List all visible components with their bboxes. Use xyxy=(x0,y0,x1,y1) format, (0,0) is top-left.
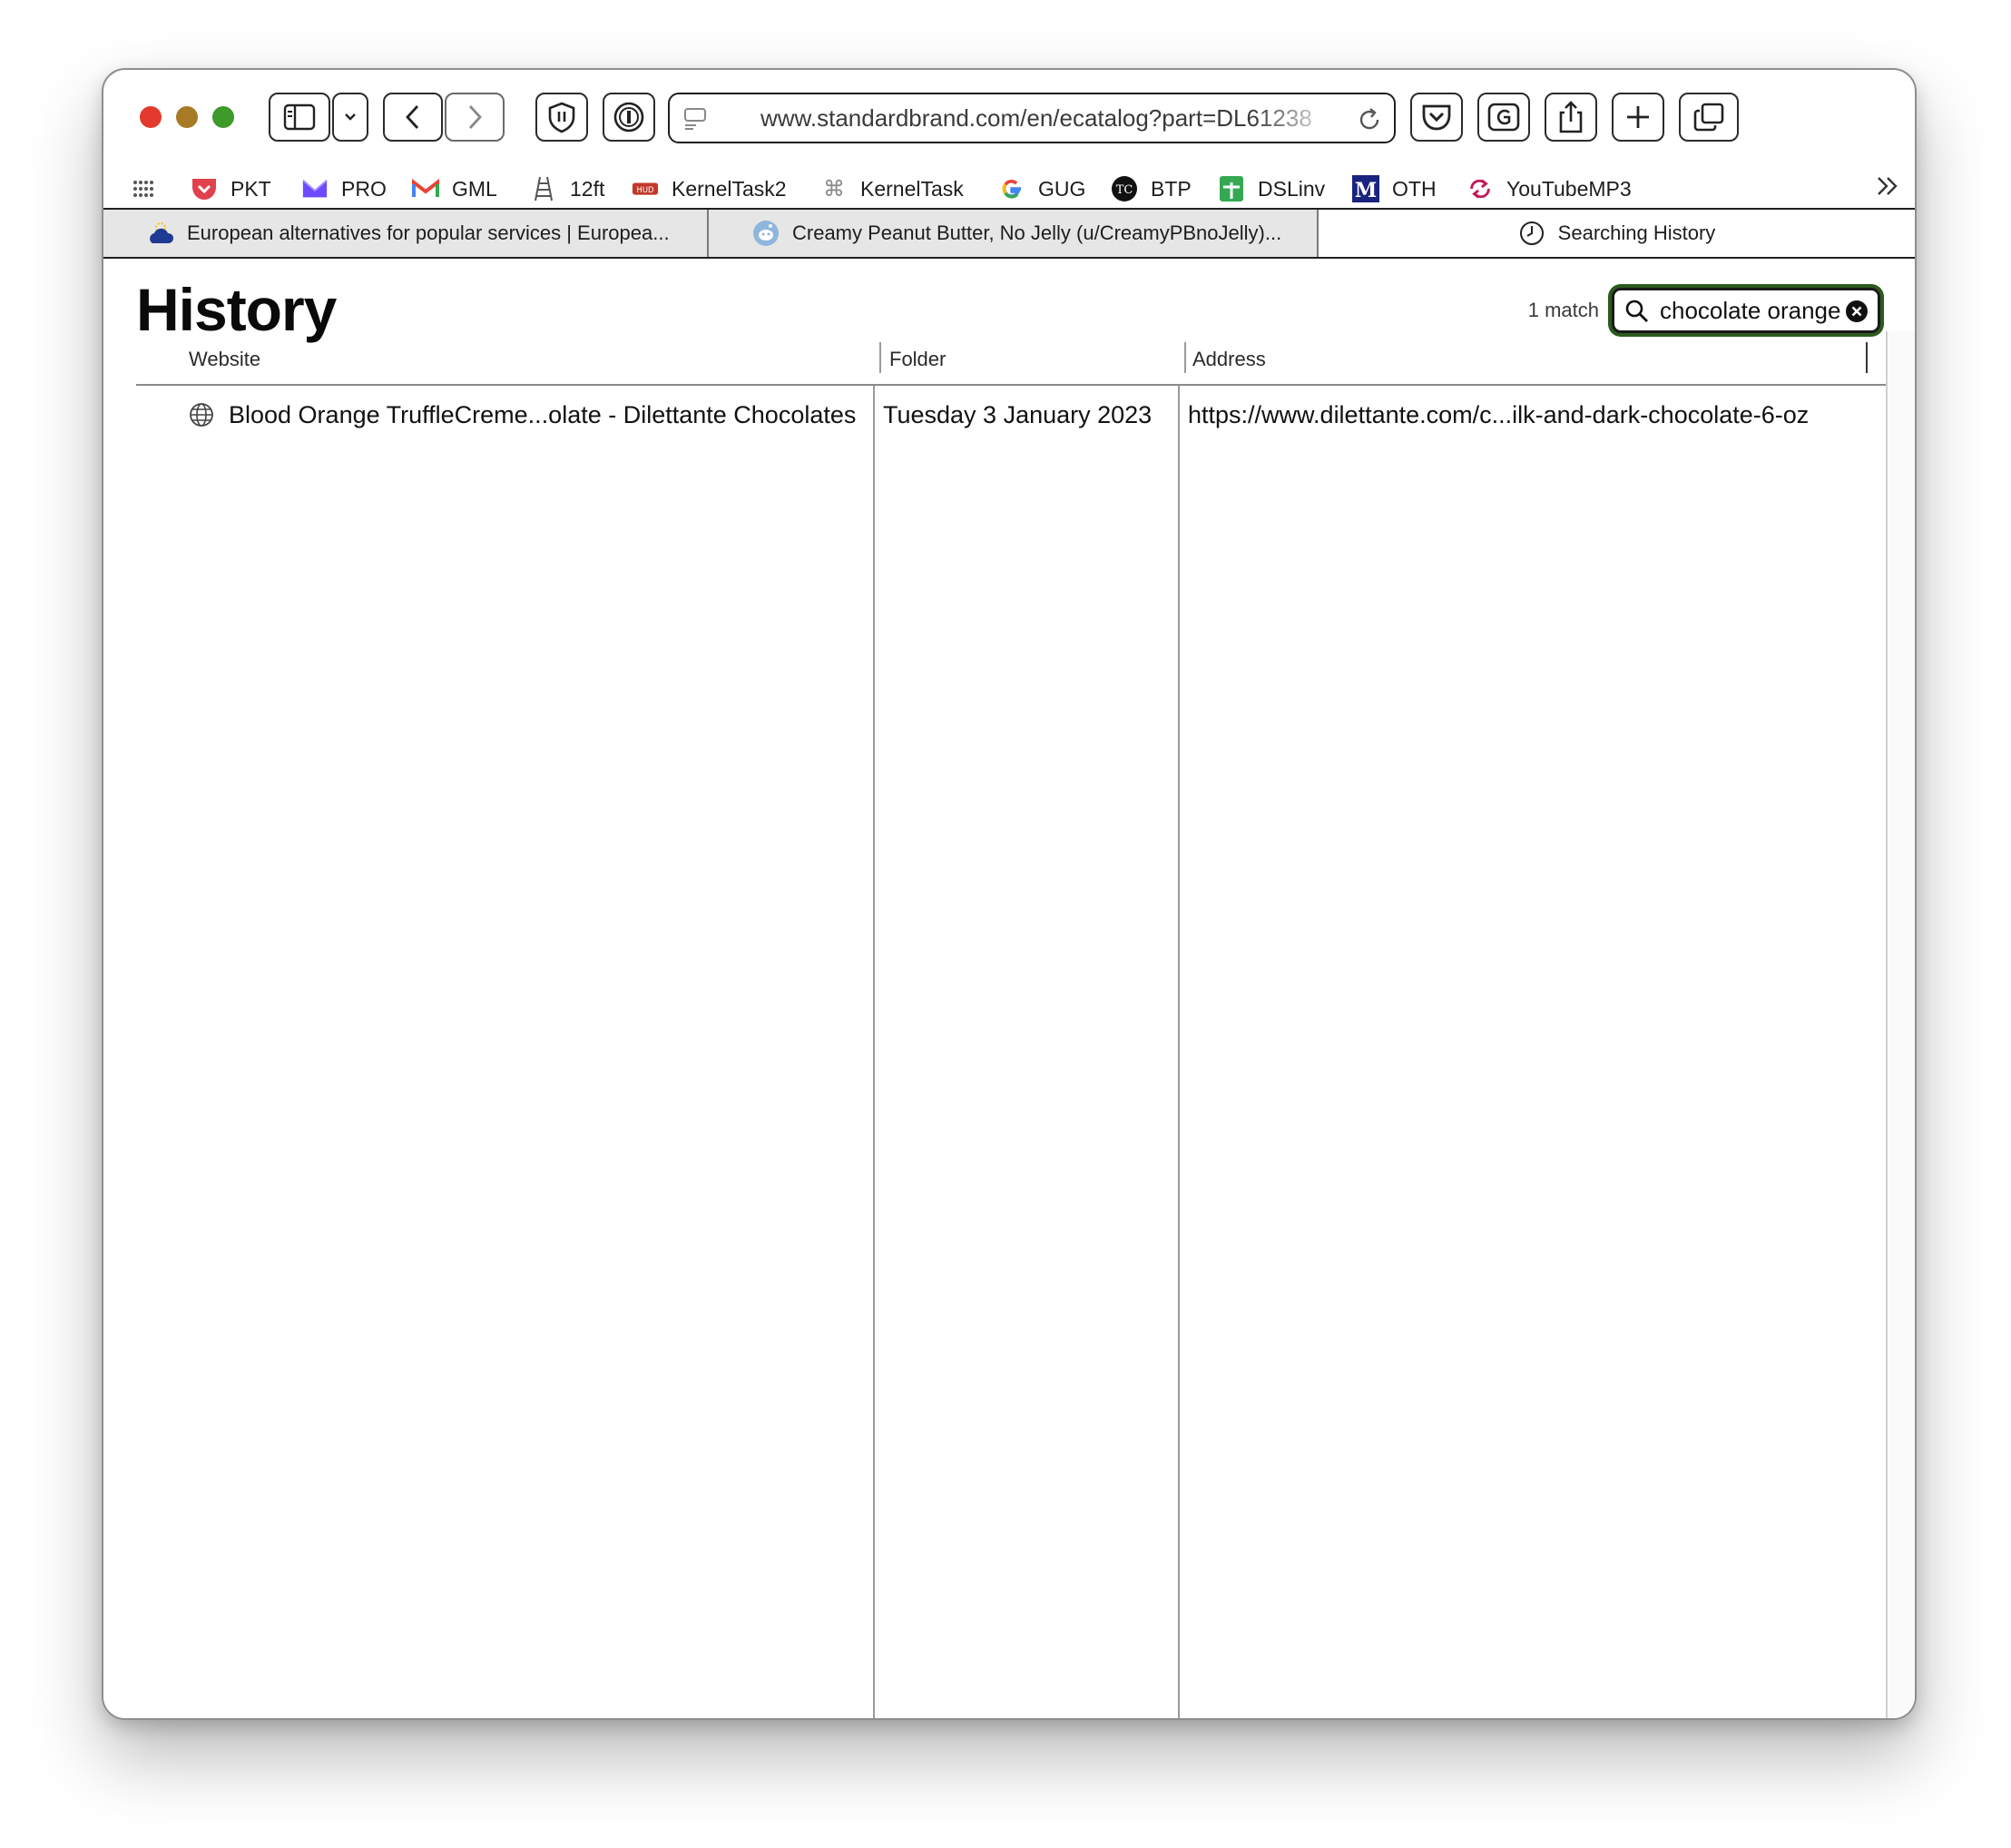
pocket-extension-button[interactable] xyxy=(1410,93,1463,142)
bookmark-label: GUG xyxy=(1038,176,1086,201)
page-title: History xyxy=(136,276,337,343)
plus-icon xyxy=(1624,103,1652,131)
tab-bar: European alternatives for popular servic… xyxy=(103,208,1915,259)
history-search-field[interactable] xyxy=(1612,288,1880,333)
forward-button[interactable] xyxy=(445,93,505,142)
chevron-down-icon xyxy=(343,112,358,123)
m-icon: M xyxy=(1352,175,1379,202)
history-page: History 1 match Website Folder Address xyxy=(103,259,1915,1718)
techcrunch-icon: TC xyxy=(1111,175,1138,202)
ladder-icon xyxy=(530,175,557,202)
ublock-extension-button[interactable] xyxy=(535,93,588,142)
tab-title: European alternatives for popular servic… xyxy=(187,221,670,244)
bookmark-label: KernelTask2 xyxy=(672,176,787,201)
tab-overview-icon xyxy=(1692,102,1725,133)
shield-icon xyxy=(546,101,577,133)
google-icon xyxy=(998,175,1025,202)
command-icon: ⌘ xyxy=(823,176,845,202)
minimize-window-button[interactable] xyxy=(176,106,198,128)
page-menu-icon xyxy=(682,106,708,136)
match-count: 1 match xyxy=(1527,299,1599,321)
1password-icon xyxy=(613,101,645,133)
sidebar-icon xyxy=(283,103,316,131)
tab-overview-button[interactable] xyxy=(1679,93,1739,142)
column-divider[interactable] xyxy=(1866,342,1868,373)
globe-icon xyxy=(189,402,214,428)
pocket-icon xyxy=(1420,102,1453,133)
new-tab-button[interactable] xyxy=(1612,93,1664,142)
url-text: www.standardbrand.com/en/ecatalog?part=D… xyxy=(760,103,1312,132)
kerneltask2-icon: HUD xyxy=(632,175,659,202)
chevron-left-icon xyxy=(403,103,423,131)
reddit-icon xyxy=(752,220,780,247)
grammarly-icon xyxy=(1486,102,1521,133)
proton-mail-icon xyxy=(301,175,329,202)
column-header-address[interactable]: Address xyxy=(1192,337,1266,382)
convert-icon xyxy=(1467,175,1494,202)
reload-icon[interactable] xyxy=(1356,106,1383,138)
bookmark-label: OTH xyxy=(1392,176,1437,201)
scrollbar-track[interactable] xyxy=(1886,331,1915,1718)
toolbar: www.standardbrand.com/en/ecatalog?part=D… xyxy=(103,70,1915,161)
column-header-website[interactable]: Website xyxy=(189,337,260,382)
search-input[interactable] xyxy=(1660,290,1843,330)
sidebar-toggle-button[interactable] xyxy=(269,93,330,142)
clear-search-icon[interactable] xyxy=(1845,300,1869,328)
column-separator xyxy=(873,386,875,1718)
svg-text:M: M xyxy=(1355,179,1377,202)
zoom-window-button[interactable] xyxy=(212,106,234,128)
column-divider[interactable] xyxy=(1184,342,1186,373)
pocket-icon xyxy=(191,175,218,202)
column-header-folder[interactable]: Folder xyxy=(889,337,946,382)
back-button[interactable] xyxy=(383,93,443,142)
bookmark-label: DSLinv xyxy=(1258,176,1326,201)
password-manager-button[interactable] xyxy=(603,93,655,142)
chevron-right-icon xyxy=(465,103,485,131)
bookmark-label: KernelTask xyxy=(860,176,964,201)
grid-icon xyxy=(131,175,158,202)
cloud-icon xyxy=(147,220,174,247)
bookmark-label: PKT xyxy=(231,176,271,201)
folder-cell: Tuesday 3 January 2023 xyxy=(883,400,1153,428)
svg-text:HUD: HUD xyxy=(637,185,654,194)
gmail-icon xyxy=(412,175,439,202)
tab-searching-history[interactable]: Searching History xyxy=(1319,210,1915,257)
tab-creamy-peanut-butter[interactable]: Creamy Peanut Butter, No Jelly (u/Creamy… xyxy=(709,210,1319,257)
close-window-button[interactable] xyxy=(140,106,162,128)
sidebar-menu-button[interactable] xyxy=(332,93,368,142)
tab-european-alternatives[interactable]: European alternatives for popular servic… xyxy=(103,210,709,257)
bookmark-label: PRO xyxy=(341,176,387,201)
tab-title: Creamy Peanut Butter, No Jelly (u/Creamy… xyxy=(792,221,1282,244)
svg-text:TC: TC xyxy=(1116,183,1133,197)
bookmark-label: 12ft xyxy=(570,176,605,201)
website-title: Blood Orange TruffleCreme...olate - Dile… xyxy=(229,400,857,428)
column-separator xyxy=(1178,386,1180,1718)
address-cell: https://www.dilettante.com/c...ilk-and-d… xyxy=(1188,400,1810,428)
bookmark-label: YouTubeMP3 xyxy=(1506,176,1632,201)
search-icon xyxy=(1625,300,1649,328)
share-icon xyxy=(1557,100,1584,134)
grammarly-extension-button[interactable] xyxy=(1477,93,1530,142)
clock-icon xyxy=(1518,220,1545,247)
tab-title: Searching History xyxy=(1557,221,1716,244)
website-cell: Blood Orange TruffleCreme...olate - Dile… xyxy=(189,386,871,444)
bookmark-label: GML xyxy=(452,176,497,201)
bookmark-label: BTP xyxy=(1151,176,1192,201)
column-divider[interactable] xyxy=(879,342,881,373)
browser-window: www.standardbrand.com/en/ecatalog?part=D… xyxy=(102,68,1917,1720)
double-chevron-right-icon xyxy=(1875,174,1900,203)
sheets-icon xyxy=(1218,175,1245,202)
address-bar[interactable]: www.standardbrand.com/en/ecatalog?part=D… xyxy=(668,93,1396,143)
share-button[interactable] xyxy=(1545,93,1597,142)
